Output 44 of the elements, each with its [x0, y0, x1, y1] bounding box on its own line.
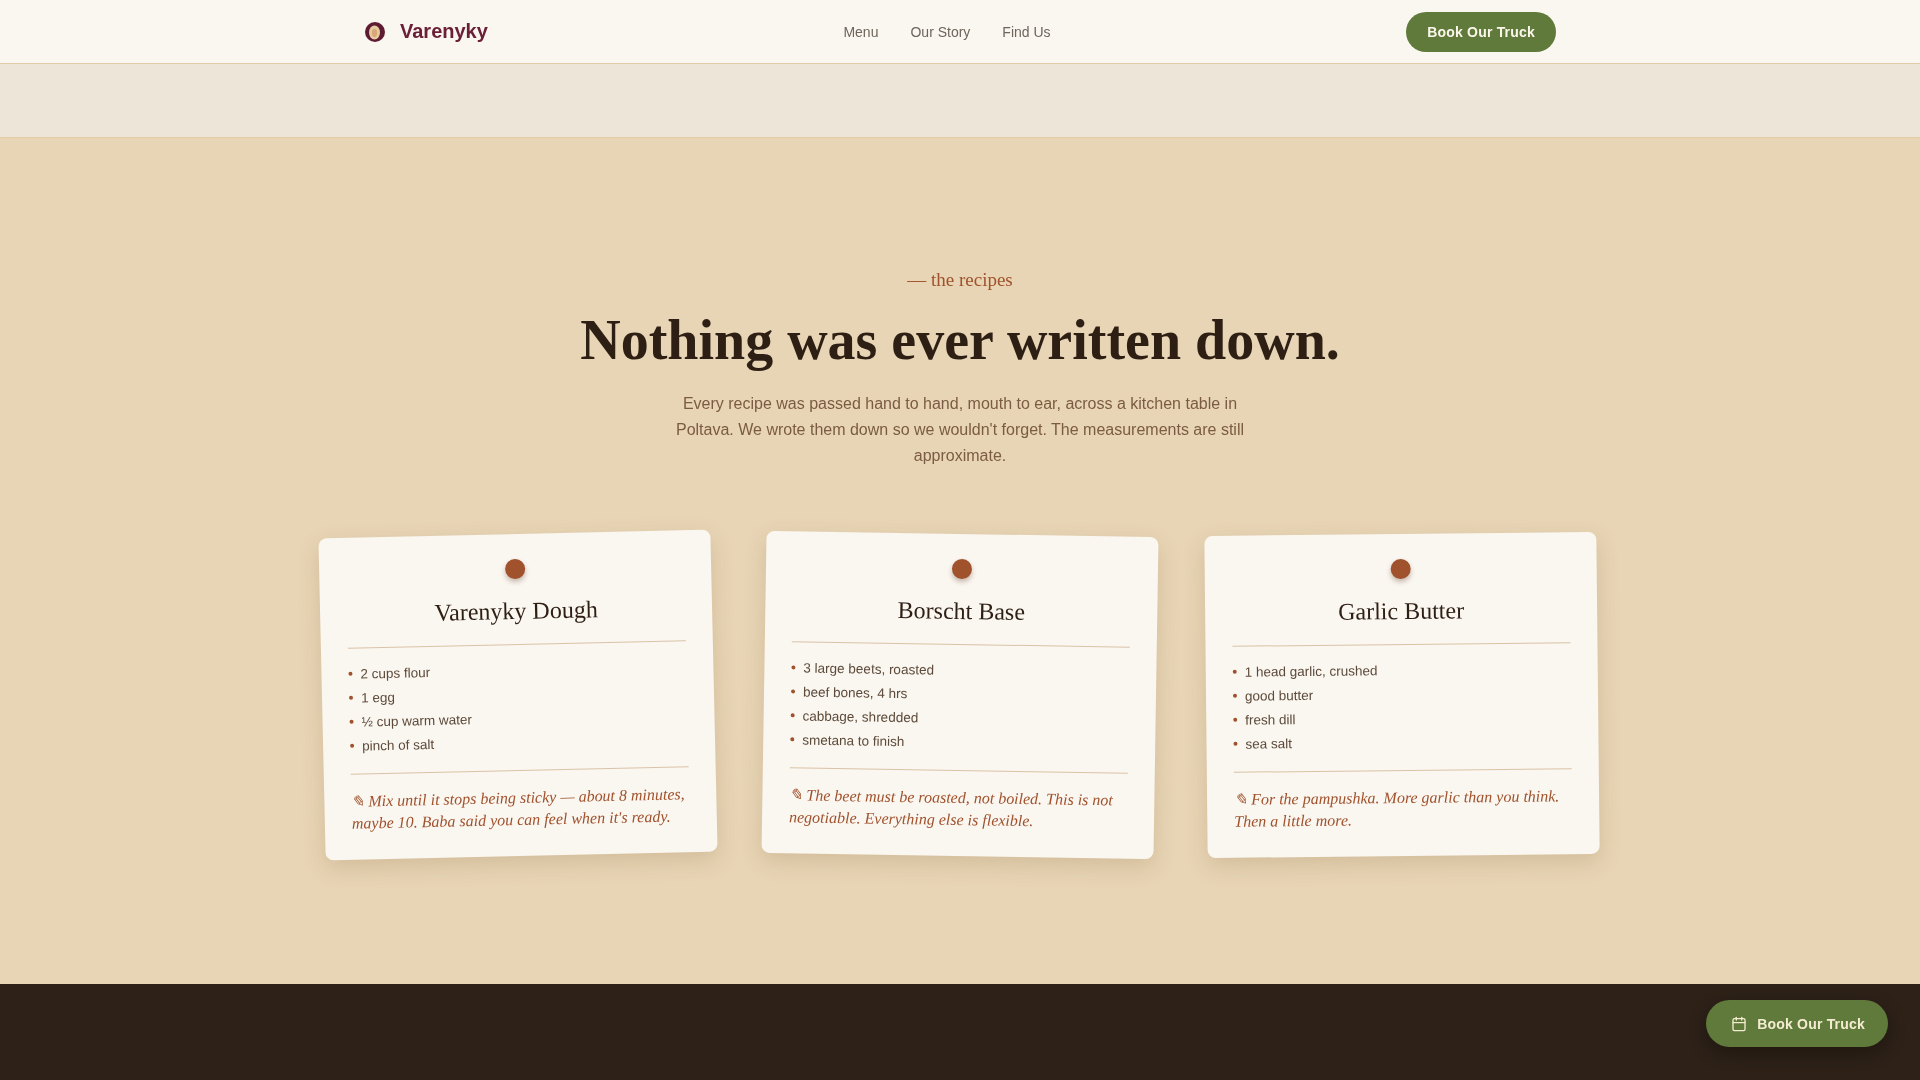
ingredient-text: 2 cups flour	[360, 664, 431, 682]
ingredient-text: cabbage, shredded	[802, 708, 919, 725]
pin-icon	[951, 558, 973, 580]
logo-icon	[364, 20, 386, 43]
bullet-icon	[1233, 693, 1237, 698]
nav-link[interactable]: Menu	[843, 23, 879, 40]
bullet-icon	[791, 689, 796, 694]
ingredient-text: good butter	[1244, 687, 1314, 704]
section-heading: Nothing was ever written down.	[580, 309, 1340, 371]
brand-name[interactable]: Varenyky	[400, 20, 488, 43]
recipe-title: Garlic Butter	[1337, 596, 1466, 627]
recipe-note: ✎ For the pampushka. More garlic than you think. Then a little more.	[1233, 786, 1561, 832]
section-intro: Every recipe was passed hand to hand, mouth to ear, across a kitchen table in Poltava. We wrote them down so we wouldn't forget. The measurements are still approximate.	[674, 394, 1246, 466]
nav-link[interactable]: Find Us	[1002, 23, 1051, 40]
ingredient-text: 3 large beets, roasted	[803, 660, 935, 678]
ingredient-text: pinch of salt	[361, 736, 435, 754]
ingredient-text: 1 egg	[360, 689, 395, 706]
ingredient-text: ½ cup warm water	[361, 711, 472, 730]
section-eyebrow: — the recipes	[907, 268, 1013, 292]
recipe-title: Varenyky Dough	[433, 595, 599, 628]
calendar-icon	[1731, 1015, 1748, 1032]
book-truck-button[interactable]: Book Our Truck	[1406, 11, 1556, 52]
recipe-note: ✎ Mix until it stops being sticky — about 8 minutes, maybe 10. Baba said you can feel when it's ready.	[351, 784, 686, 834]
bullet-icon	[350, 743, 355, 748]
bullet-icon	[349, 719, 354, 724]
bullet-icon	[790, 737, 795, 742]
ingredient-text: smetana to finish	[802, 732, 905, 749]
ingredient-text: 1 head garlic, crushed	[1244, 662, 1378, 680]
bullet-icon	[349, 695, 354, 700]
nav-link[interactable]: Our Story	[910, 23, 971, 40]
pin-icon	[504, 558, 526, 580]
bullet-icon	[1232, 669, 1237, 674]
ingredient-text: fresh dill	[1245, 711, 1296, 728]
bullet-icon	[791, 665, 796, 670]
recipe-note: ✎ The beet must be roasted, not boiled. This is not negotiable. Everything else is flexible.	[788, 785, 1114, 832]
ingredient-text: sea salt	[1245, 735, 1293, 752]
bullet-icon	[348, 671, 353, 676]
floating-book-button[interactable]: Book Our Truck	[1706, 1000, 1888, 1047]
bullet-icon	[790, 713, 795, 718]
pin-icon	[1390, 558, 1411, 580]
bullet-icon	[1233, 741, 1238, 746]
recipe-title: Borscht Base	[896, 596, 1027, 627]
bullet-icon	[1233, 717, 1238, 722]
ingredient-text: beef bones, 4 hrs	[802, 684, 908, 701]
